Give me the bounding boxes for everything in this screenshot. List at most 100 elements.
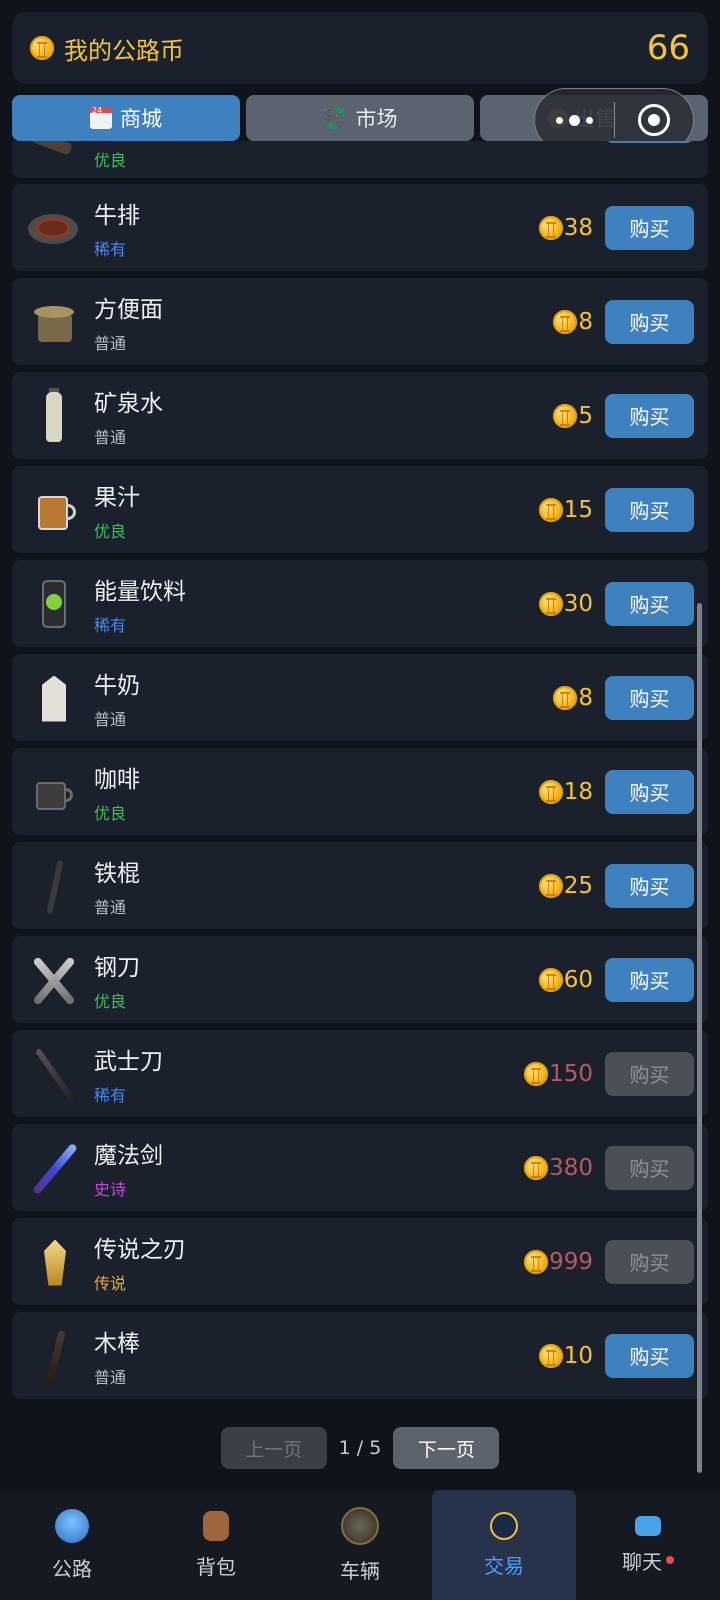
item-name: 铁棍: [94, 860, 140, 887]
list-item: 传说之刃 传说 999 购买: [12, 1218, 708, 1305]
price-value: 999: [549, 1248, 593, 1275]
item-price: 999: [524, 1249, 593, 1275]
vehicle-icon: [341, 1506, 379, 1545]
coin-icon: [538, 1343, 563, 1368]
list-item: 咖啡 优良 18 购买: [12, 748, 708, 835]
balance-value: 66: [646, 28, 690, 68]
buy-button[interactable]: 购买: [605, 1333, 694, 1378]
buy-button[interactable]: 购买: [605, 487, 694, 532]
road-globe-icon: [55, 1508, 89, 1543]
item-rarity: 普通: [94, 709, 127, 729]
buy-button[interactable]: 购买: [605, 299, 694, 344]
target-icon: [637, 104, 670, 136]
list-item: 牛奶 普通 8 购买: [12, 654, 708, 741]
item-price: 380: [524, 1155, 593, 1181]
nav-chat[interactable]: 聊天: [576, 1490, 720, 1600]
item-rarity: 优良: [94, 521, 127, 541]
nav-vehicle-label: 车辆: [340, 1558, 380, 1583]
price-value: 8: [578, 308, 593, 335]
item-rarity: 稀有: [94, 1085, 127, 1105]
item-price: 5: [553, 403, 593, 429]
buy-button[interactable]: 购买: [605, 863, 694, 908]
backpack-icon: [203, 1510, 229, 1541]
item-name: 牛奶: [94, 672, 140, 699]
nav-vehicle[interactable]: 车辆: [288, 1490, 432, 1600]
tab-market[interactable]: 💱 市场: [246, 95, 474, 141]
coin-icon: [538, 497, 563, 522]
coin-icon: [524, 1061, 549, 1086]
list-item: 能量饮料 稀有 30 购买: [12, 560, 708, 647]
nav-road[interactable]: 公路: [0, 1490, 144, 1600]
dot-icon: [555, 116, 563, 124]
nav-trade-label: 交易: [484, 1553, 524, 1578]
prev-page-button[interactable]: 上一页: [220, 1427, 327, 1469]
item-name: 能量饮料: [94, 578, 186, 605]
energy-drink-icon: [26, 576, 82, 632]
item-price: 8: [553, 685, 593, 711]
item-price: 15: [538, 497, 593, 523]
coin-icon: [524, 1249, 549, 1274]
price-value: 10: [563, 1342, 593, 1369]
buy-button[interactable]: 购买: [605, 205, 694, 250]
list-item: 木棒 普通 10 购买: [12, 1312, 708, 1399]
shop-24h-icon: [90, 106, 112, 129]
buy-button[interactable]: 购买: [605, 675, 694, 720]
nav-trade[interactable]: 交易: [432, 1490, 576, 1600]
buy-button[interactable]: 购买: [605, 393, 694, 438]
nav-road-label: 公路: [52, 1556, 92, 1581]
price-value: 8: [578, 684, 593, 711]
steak-icon: [26, 200, 82, 256]
close-miniprogram-button[interactable]: [615, 104, 694, 136]
bottom-navigation: 公路 背包 车辆 交易 聊天: [0, 1490, 720, 1600]
magic-sword-icon: [26, 1140, 82, 1196]
nav-backpack-label: 背包: [196, 1554, 236, 1579]
list-item: 魔法剑 史诗 380 购买: [12, 1124, 708, 1211]
buy-button[interactable]: [605, 141, 694, 143]
juice-icon: [26, 482, 82, 538]
price-value: 5: [578, 402, 593, 429]
list-item: 武士刀 稀有 150 购买: [12, 1030, 708, 1117]
item-price: 60: [538, 967, 593, 993]
trade-icon: [490, 1511, 518, 1540]
list-item: 矿泉水 普通 5 购买: [12, 372, 708, 459]
list-item: 方便面 普通 8 购买: [12, 278, 708, 365]
tab-shop[interactable]: 商城: [12, 95, 240, 141]
unread-badge: [666, 1556, 674, 1564]
more-menu-button[interactable]: [535, 114, 614, 126]
wooden-club-icon: [26, 1328, 82, 1386]
item-rarity: 稀有: [94, 615, 127, 635]
next-page-button[interactable]: 下一页: [393, 1427, 500, 1469]
instant-noodle-icon: [26, 294, 82, 350]
item-name: 方便面: [94, 296, 163, 323]
item-rarity: 史诗: [94, 1179, 127, 1199]
item-name: 矿泉水: [94, 390, 163, 417]
coin-icon: [538, 779, 563, 804]
list-item: 铁棍 普通 25 购买: [12, 842, 708, 929]
price-value: 25: [563, 872, 593, 899]
coin-icon: [553, 403, 578, 428]
shop-item-list[interactable]: 优良 牛排 稀有 38 购买 方便面 普通 8 购买 矿泉水 普通 5 购买 果…: [12, 141, 708, 1421]
item-name: 魔法剑: [94, 1142, 163, 1169]
page-indicator: 1 / 5: [338, 1437, 382, 1459]
item-rarity: 优良: [94, 150, 127, 170]
list-scrollbar[interactable]: [697, 603, 702, 1473]
list-item: 果汁 优良 15 购买: [12, 466, 708, 553]
dot-icon: [568, 114, 580, 126]
price-value: 38: [563, 214, 593, 241]
buy-button-disabled[interactable]: 购买: [605, 1239, 694, 1284]
buy-button-disabled[interactable]: 购买: [605, 1145, 694, 1190]
item-rarity: 优良: [94, 803, 127, 823]
tab-shop-label: 商城: [120, 107, 162, 131]
buy-button[interactable]: 购买: [605, 957, 694, 1002]
coin-balance-card: 我的公路币 66: [12, 12, 708, 84]
item-name: 牛排: [94, 202, 140, 229]
coin-icon: [553, 685, 578, 710]
buy-button[interactable]: 购买: [605, 769, 694, 814]
item-price: 30: [538, 591, 593, 617]
coffee-cup-icon: [26, 764, 82, 820]
buy-button-disabled[interactable]: 购买: [605, 1051, 694, 1096]
buy-button[interactable]: 购买: [605, 581, 694, 626]
item-rarity: 优良: [94, 991, 127, 1011]
item-name: 传说之刃: [94, 1236, 186, 1263]
nav-backpack[interactable]: 背包: [144, 1490, 288, 1600]
